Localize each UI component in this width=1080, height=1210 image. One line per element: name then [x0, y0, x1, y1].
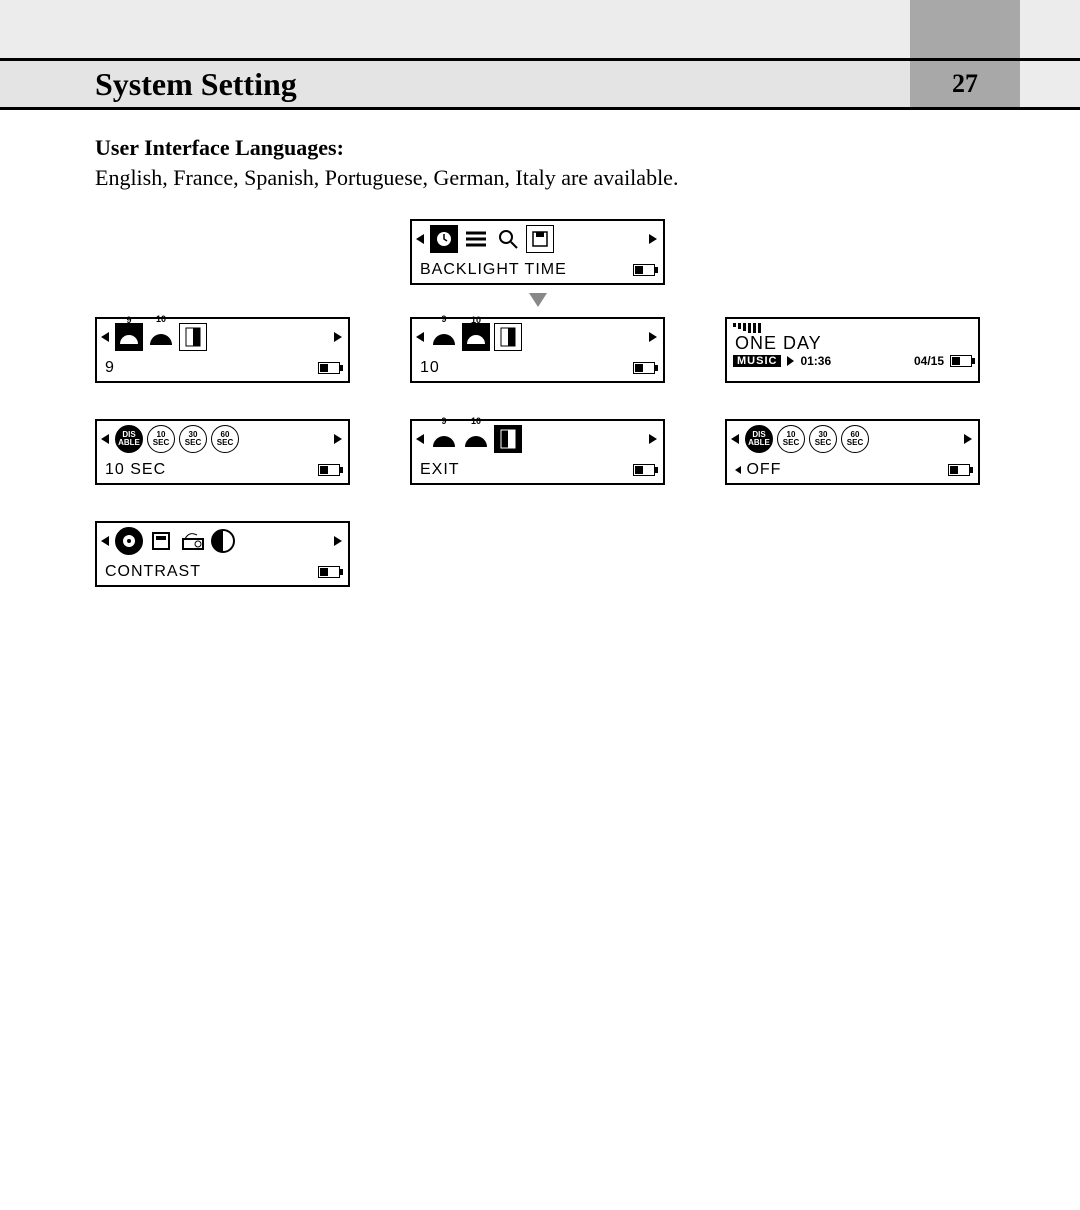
arrow-down-icon [529, 293, 547, 307]
lcd-exit: 9 10 EXIT [410, 419, 665, 485]
arrow-right-icon [649, 234, 659, 244]
arrow-right-icon [964, 434, 974, 444]
arrow-right-icon [334, 434, 344, 444]
play-icon [787, 356, 794, 366]
page-tab [910, 0, 1020, 58]
brightness-10-icon: 10 [462, 323, 490, 351]
door-icon [179, 323, 207, 351]
lcd-label: 10 [420, 359, 440, 377]
battery-icon [633, 362, 655, 374]
60sec-icon: 60 SEC [841, 425, 869, 453]
10sec-icon: 10 SEC [147, 425, 175, 453]
lcd-diagram-area: BACKLIGHT TIME 9 10 [95, 219, 985, 719]
magnifier-icon [494, 225, 522, 253]
off-arrow-icon [735, 466, 741, 474]
track-title: ONE DAY [727, 333, 978, 354]
music-tag: MUSIC [733, 355, 781, 367]
battery-icon [318, 566, 340, 578]
arrow-left-icon [416, 332, 426, 342]
lcd-label: CONTRAST [105, 563, 201, 581]
arrow-right-icon [649, 332, 659, 342]
lcd-value-10: 9 10 10 [410, 317, 665, 383]
door-icon [494, 323, 522, 351]
60sec-icon: 60 SEC [211, 425, 239, 453]
lcd-value-9: 9 10 9 [95, 317, 350, 383]
brightness-9-icon: 9 [430, 425, 458, 453]
arrow-left-icon [416, 434, 426, 444]
lcd-label: 9 [105, 359, 115, 377]
page-header: System Setting 27 [0, 58, 1080, 110]
brightness-10-icon: 10 [462, 425, 490, 453]
lines-icon [462, 225, 490, 253]
lcd-label: BACKLIGHT TIME [420, 261, 567, 279]
section-body: English, France, Spanish, Portuguese, Ge… [95, 165, 985, 191]
arrow-left-icon [101, 536, 111, 546]
arrow-right-icon [334, 332, 344, 342]
arrow-right-icon [334, 536, 344, 546]
radio-icon [179, 527, 207, 555]
contrast-icon [211, 529, 235, 553]
lcd-label: OFF [746, 461, 781, 478]
lcd-playback: ONE DAY MUSIC 01:36 04/15 [725, 317, 980, 383]
10sec-icon: 10 SEC [777, 425, 805, 453]
battery-icon [948, 464, 970, 476]
lcd-off: DIS ABLE 10 SEC 30 SEC 60 SEC OFF [725, 419, 980, 485]
battery-icon [318, 464, 340, 476]
arrow-left-icon [416, 234, 426, 244]
lcd-backlight-time: BACKLIGHT TIME [410, 219, 665, 285]
device-icon [147, 527, 175, 555]
page-body: User Interface Languages: English, Franc… [0, 110, 1080, 1210]
arrow-left-icon [731, 434, 741, 444]
exit-door-icon [494, 425, 522, 453]
save-icon [526, 225, 554, 253]
lcd-label: EXIT [420, 461, 460, 479]
page-title: System Setting [0, 61, 910, 107]
volume-bars-icon [727, 319, 978, 333]
lcd-10sec: DIS ABLE 10 SEC 30 SEC 60 SEC 10 SEC [95, 419, 350, 485]
arrow-right-icon [649, 434, 659, 444]
page-number-text: 27 [952, 69, 978, 99]
play-time: 01:36 [800, 354, 831, 368]
battery-icon [633, 464, 655, 476]
brightness-9-icon: 9 [430, 323, 458, 351]
section-heading: User Interface Languages: [95, 135, 985, 161]
battery-icon [318, 362, 340, 374]
section-body-text: English, France, Spanish, Portuguese, Ge… [95, 165, 678, 190]
30sec-icon: 30 SEC [809, 425, 837, 453]
brightness-9-icon: 9 [115, 323, 143, 351]
disable-icon: DIS ABLE [745, 425, 773, 453]
brightness-10-icon: 10 [147, 323, 175, 351]
battery-icon [633, 264, 655, 276]
30sec-icon: 30 SEC [179, 425, 207, 453]
page-number: 27 [910, 61, 1020, 107]
section-heading-suffix: : [337, 135, 344, 160]
section-heading-text: User Interface Languages [95, 135, 337, 160]
arrow-left-icon [101, 434, 111, 444]
disable-icon: DIS ABLE [115, 425, 143, 453]
battery-icon [950, 355, 972, 367]
lcd-label: 10 SEC [105, 461, 166, 479]
disc-icon [115, 527, 143, 555]
arrow-left-icon [101, 332, 111, 342]
page-title-text: System Setting [95, 66, 297, 103]
lcd-contrast: CONTRAST [95, 521, 350, 587]
track-index: 04/15 [914, 354, 944, 368]
clock-icon [430, 225, 458, 253]
